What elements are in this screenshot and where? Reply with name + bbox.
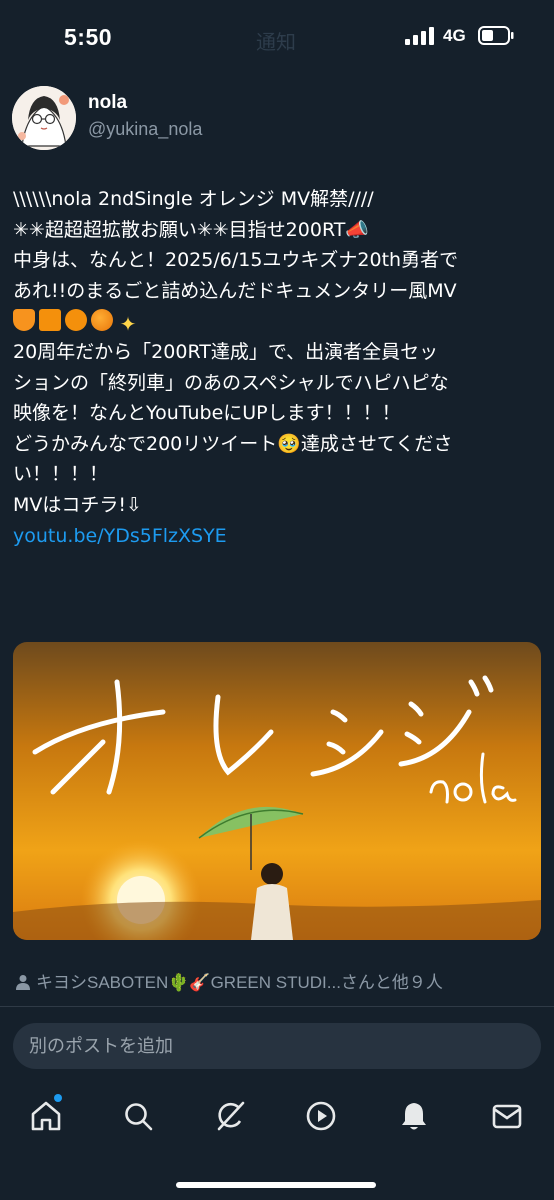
orange-square-icon [39, 309, 61, 332]
bottom-nav [0, 1086, 554, 1146]
tweet-line: ✳✳超超超拡散お願い✳✳目指せ200RT📣 [13, 218, 370, 241]
tweet-line: \\\\\\nola 2ndSingle オレンジ MV解禁//// [13, 188, 374, 210]
tweet-line: 映像を！なんとYouTubeにUPします！！！！ [13, 402, 401, 425]
home-indicator[interactable] [176, 1182, 376, 1188]
tweet-line: あれ!!のまるごと詰め込んだドキュメンタリー風MV [13, 279, 457, 302]
tweet-text: \\\\\\nola 2ndSingle オレンジ MV解禁//// ✳✳超超超… [13, 184, 543, 551]
orange-circle-icon [65, 309, 87, 332]
nav-search[interactable] [108, 1086, 168, 1146]
nav-messages[interactable] [477, 1086, 537, 1146]
status-bar: 通知 5:50 4G [0, 0, 554, 72]
orange-heart-icon [13, 309, 35, 332]
status-time: 5:50 [64, 24, 113, 50]
video-icon [306, 1101, 336, 1131]
media-image[interactable] [13, 642, 541, 940]
signal-icon [405, 27, 434, 45]
likers-text: キヨシSABOTEN🌵🎸GREEN STUDI...さんと他９人 [36, 973, 443, 992]
author-name[interactable]: nola [88, 92, 127, 114]
reply-input[interactable] [13, 1023, 541, 1069]
author-handle[interactable]: @yukina_nola [88, 119, 202, 140]
tweet-line: MVはコチラ!⇩ [13, 493, 142, 516]
tangerine-icon [91, 309, 113, 332]
tweet-line: どうかみんなで200リツイート🥹達成させてくださ [13, 432, 453, 455]
grok-icon [217, 1101, 245, 1131]
mv-thumbnail [13, 642, 541, 940]
tweet-line: 20周年だから「200RT達成」で、出演者全員セッ [13, 340, 439, 363]
notifications-icon [402, 1103, 426, 1130]
likers-row[interactable]: キヨシSABOTEN🌵🎸GREEN STUDI...さんと他９人 [16, 968, 443, 995]
nav-grok[interactable] [200, 1086, 260, 1146]
tweet-link[interactable]: youtu.be/YDs5FlzXSYE [13, 521, 543, 552]
avatar[interactable] [12, 86, 76, 150]
home-badge [54, 1094, 62, 1102]
divider [0, 1006, 554, 1007]
home-icon [31, 1101, 61, 1131]
tweet-line: い！！！！ [13, 463, 109, 486]
sparkles-icon: ✦ [119, 312, 137, 337]
avatar-image [12, 86, 76, 150]
nav-video[interactable] [291, 1086, 351, 1146]
emoji-line: ✦ [13, 306, 543, 337]
nav-notifications[interactable] [384, 1086, 444, 1146]
battery-icon [478, 26, 514, 45]
messages-icon [492, 1104, 522, 1129]
network-type: 4G [443, 26, 466, 45]
person-icon [16, 974, 30, 995]
search-icon [125, 1103, 153, 1131]
tweet-line: 中身は、なんと！2025/6/15ユウキズナ20th勇者で [13, 249, 459, 272]
header-title: 通知 [256, 32, 296, 54]
nav-home[interactable] [16, 1086, 76, 1146]
tweet-line: ションの「終列車」のあのスペシャルでハピハピな [13, 371, 449, 394]
